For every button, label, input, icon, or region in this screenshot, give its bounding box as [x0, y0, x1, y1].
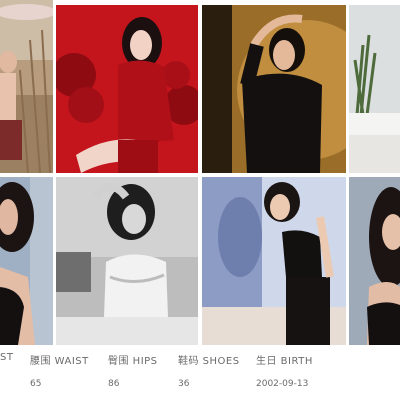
photo-bed-plant: [349, 5, 400, 173]
photo-black-turtleneck: [202, 5, 346, 173]
shoes-label: 鞋码 SHOES: [178, 356, 240, 367]
photo-black-camisole-left: [0, 177, 53, 345]
waist-value: 65: [30, 379, 42, 389]
photo-red-dress-flowers: [56, 5, 198, 173]
birth-value: 2002-09-13: [256, 379, 309, 389]
bust-label: ST: [0, 352, 14, 363]
waist-label: 腰围 WAIST: [30, 356, 89, 367]
photo-meadow-umbrella: [0, 0, 53, 173]
photo-black-top-right: [349, 177, 400, 345]
photo-black-outfit-shadow: [202, 177, 346, 345]
hips-label: 臀围 HIPS: [108, 356, 158, 367]
birth-label: 生日 BIRTH: [256, 356, 313, 367]
photo-white-lace-bw: [56, 177, 198, 345]
shoes-value: 36: [178, 379, 190, 389]
hips-value: 86: [108, 379, 120, 389]
